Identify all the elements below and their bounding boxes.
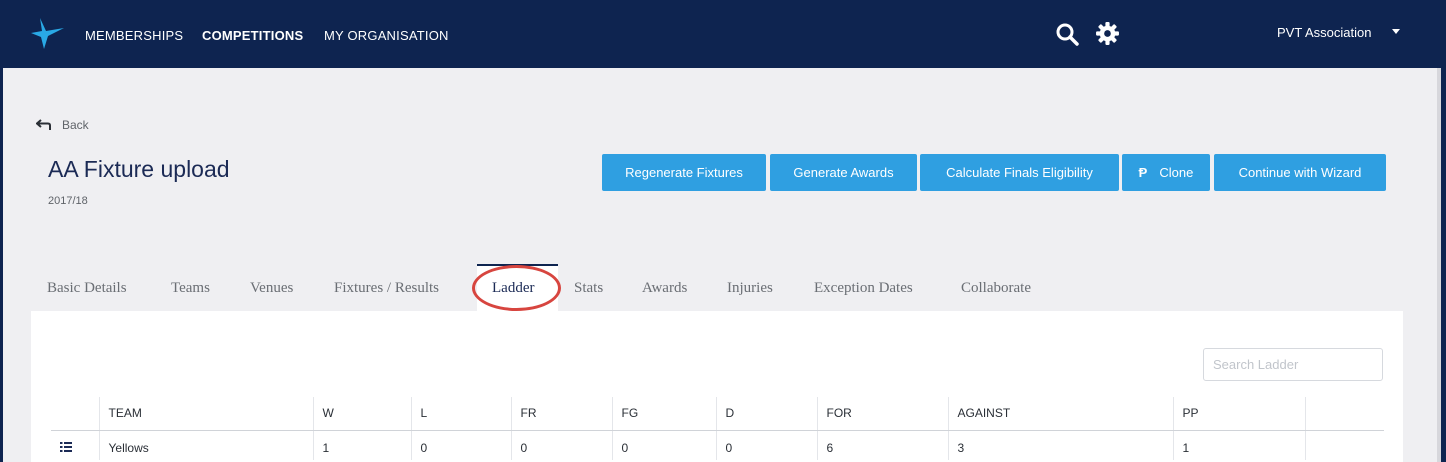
w-cell: 1: [313, 430, 412, 460]
l-cell: 0: [411, 430, 512, 460]
fg-cell: 0: [612, 430, 717, 460]
back-link[interactable]: Back: [36, 118, 89, 132]
clone-icon: Ᵽ: [1138, 165, 1148, 180]
calculate-finals-eligibility-button[interactable]: Calculate Finals Eligibility: [920, 154, 1119, 191]
search-ladder-input[interactable]: [1203, 348, 1383, 381]
top-navigation-bar: MEMBERSHIPS COMPETITIONS MY ORGANISATION…: [0, 0, 1446, 68]
gear-icon[interactable]: [1095, 21, 1120, 46]
tab-awards[interactable]: Awards: [642, 280, 687, 297]
table-row[interactable]: Yellows 1 0 0 0 0 6 3 1: [51, 430, 1384, 460]
page-title: AA Fixture upload: [48, 156, 230, 182]
extra-column-header: [1305, 397, 1384, 431]
regenerate-fixtures-button[interactable]: Regenerate Fixtures: [602, 154, 766, 191]
clone-label: Clone: [1159, 165, 1194, 180]
tab-venues[interactable]: Venues: [250, 280, 293, 297]
clone-button[interactable]: Ᵽ Clone: [1122, 154, 1210, 191]
continue-with-wizard-button[interactable]: Continue with Wizard: [1214, 154, 1386, 191]
generate-awards-button[interactable]: Generate Awards: [770, 154, 917, 191]
back-arrow-icon: [36, 119, 51, 130]
logo-star-icon[interactable]: [30, 16, 66, 50]
drag-handle-icon[interactable]: [60, 442, 72, 453]
column-header-against[interactable]: AGAINST: [948, 397, 1174, 431]
ladder-panel: TEAM W L FR FG D FOR AGAINST PP: [31, 311, 1403, 462]
tab-teams[interactable]: Teams: [171, 280, 210, 297]
column-header-team[interactable]: TEAM: [99, 397, 314, 431]
drag-cell: [51, 430, 100, 460]
column-header-w[interactable]: W: [313, 397, 412, 431]
column-header-pp[interactable]: PP: [1173, 397, 1306, 431]
extra-cell: [1305, 430, 1384, 460]
search-icon[interactable]: [1055, 22, 1079, 46]
nav-my-organisation[interactable]: MY ORGANISATION: [324, 28, 449, 43]
drag-column-header: [51, 397, 100, 431]
column-header-fr[interactable]: FR: [511, 397, 613, 431]
nav-competitions[interactable]: COMPETITIONS: [202, 28, 303, 43]
tab-injuries[interactable]: Injuries: [727, 280, 773, 297]
back-label: Back: [62, 118, 89, 132]
for-cell: 6: [817, 430, 949, 460]
fr-cell: 0: [511, 430, 613, 460]
against-cell: 3: [948, 430, 1174, 460]
tab-collaborate[interactable]: Collaborate: [961, 280, 1031, 297]
main-content: Back AA Fixture upload 2017/18 Regenerat…: [3, 68, 1441, 462]
d-cell: 0: [716, 430, 818, 460]
tab-basic-details[interactable]: Basic Details: [47, 280, 127, 297]
scrollbar[interactable]: [1437, 68, 1441, 462]
tab-fixtures-results[interactable]: Fixtures / Results: [334, 280, 439, 297]
organisation-switcher[interactable]: PVT Association: [1277, 25, 1371, 40]
column-header-for[interactable]: FOR: [817, 397, 949, 431]
column-header-l[interactable]: L: [411, 397, 512, 431]
season-label: 2017/18: [48, 195, 88, 207]
team-cell: Yellows: [99, 430, 314, 460]
column-header-d[interactable]: D: [716, 397, 818, 431]
table-header-row: TEAM W L FR FG D FOR AGAINST PP: [51, 397, 1384, 431]
ladder-table: TEAM W L FR FG D FOR AGAINST PP Yellows …: [51, 397, 1384, 460]
chevron-down-icon[interactable]: [1392, 29, 1400, 34]
column-header-fg[interactable]: FG: [612, 397, 717, 431]
tab-stats[interactable]: Stats: [574, 280, 603, 297]
nav-memberships[interactable]: MEMBERSHIPS: [85, 28, 183, 43]
tab-exception-dates[interactable]: Exception Dates: [814, 280, 913, 297]
ladder-tab-highlight: [472, 265, 561, 311]
pp-cell: 1: [1173, 430, 1306, 460]
